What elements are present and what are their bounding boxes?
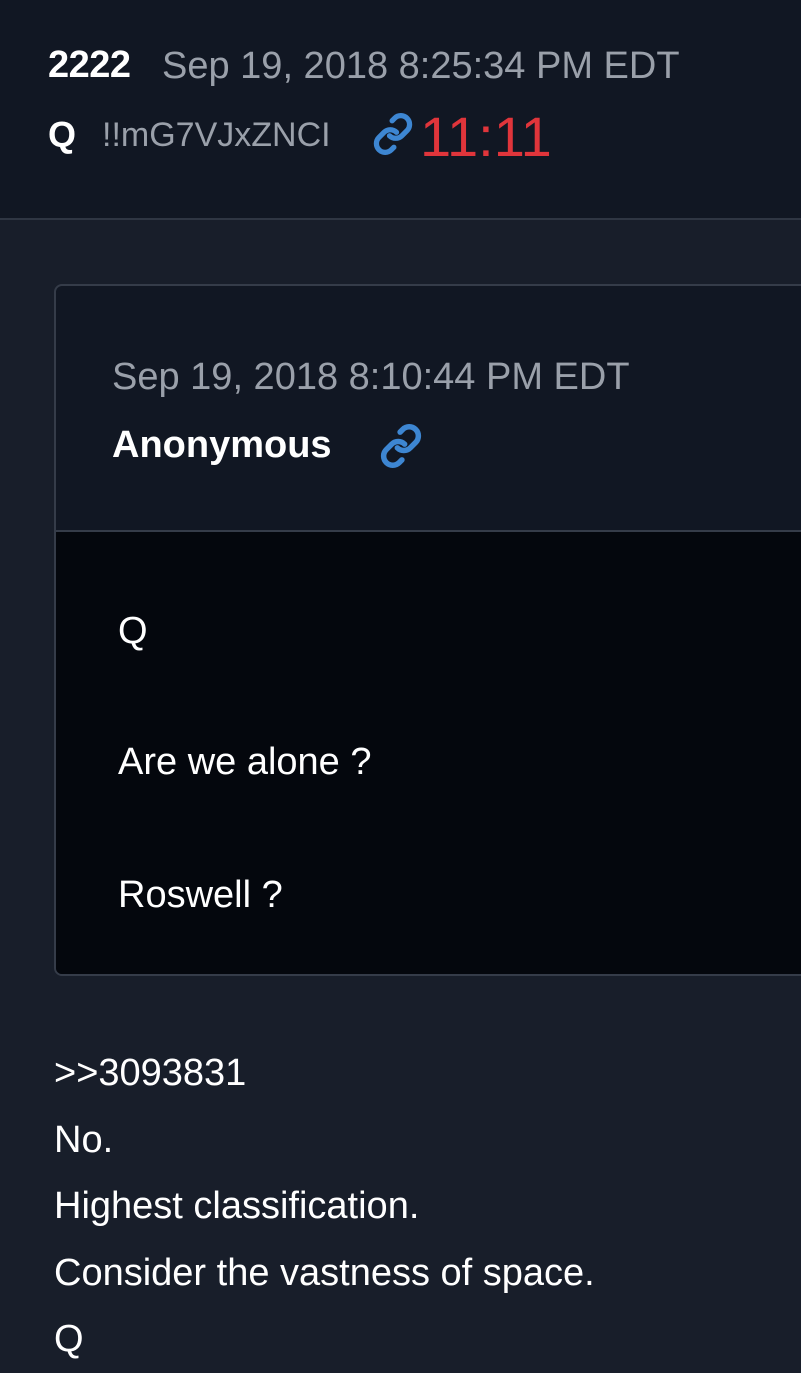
quoted-post-author: Anonymous: [112, 424, 332, 466]
post-header: 2222 Sep 19, 2018 8:25:34 PM EDT Q !!mG7…: [0, 0, 801, 220]
reply-body: >>3093831 No. Highest classification. Co…: [54, 1040, 595, 1373]
link-icon[interactable]: [372, 113, 414, 155]
quoted-post-timestamp: Sep 19, 2018 8:10:44 PM EDT: [112, 356, 630, 398]
quoted-post-line: Q: [118, 610, 148, 652]
link-icon[interactable]: [379, 424, 423, 468]
post-tripcode: !!mG7VJxZNCI: [102, 116, 331, 154]
quoted-post-header: Sep 19, 2018 8:10:44 PM EDT Anonymous: [56, 286, 801, 532]
quoted-post-body: Q Are we alone ? Roswell ?: [56, 532, 801, 974]
reply-line: No.: [54, 1118, 114, 1161]
post-timestamp: Sep 19, 2018 8:25:34 PM EDT: [162, 45, 680, 87]
time-badge: 11:11: [420, 105, 552, 168]
reply-line: Consider the vastness of space.: [54, 1251, 595, 1294]
post-author: Q: [48, 114, 77, 155]
quoted-post-card: Sep 19, 2018 8:10:44 PM EDT Anonymous Q …: [54, 284, 801, 976]
quoted-post-line: Roswell ?: [118, 874, 283, 916]
reply-signature: Q: [54, 1318, 84, 1360]
post-number[interactable]: 2222: [48, 44, 131, 87]
reply-quote-link[interactable]: >>3093831: [54, 1040, 595, 1107]
quoted-post-line: Are we alone ?: [118, 741, 372, 783]
reply-line: Highest classification.: [54, 1185, 420, 1227]
